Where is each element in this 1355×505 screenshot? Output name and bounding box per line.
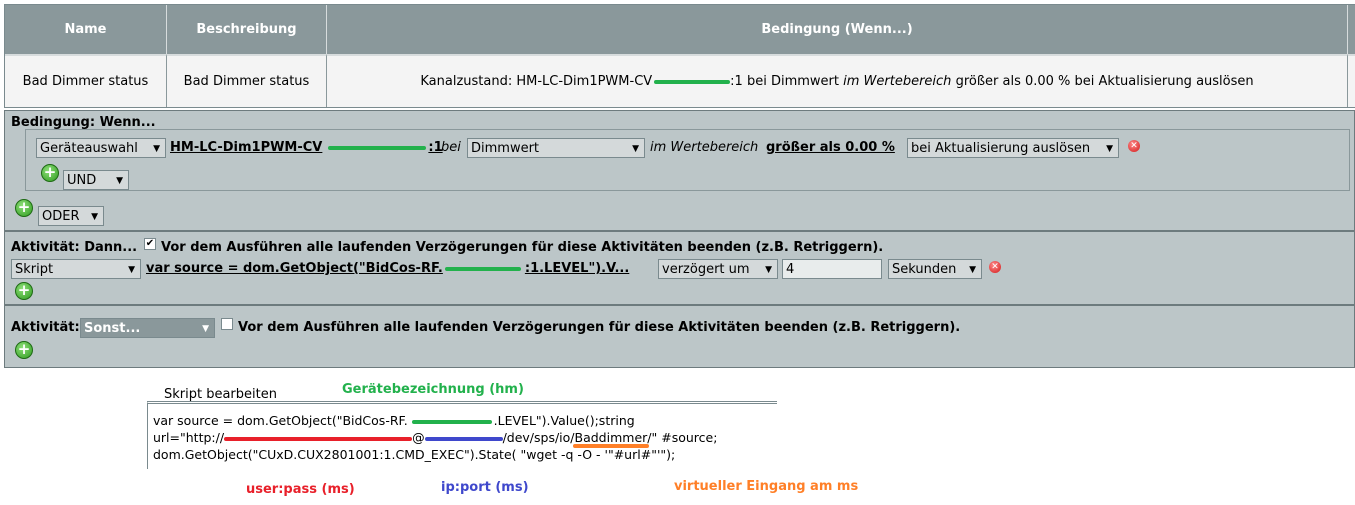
else-activity-panel: Aktivität: Sonst... ▼ Vor dem Ausführen a…	[4, 305, 1355, 368]
script-line-2: url="http://@/dev/sps/io/Baddimmer/" #so…	[153, 430, 717, 448]
header-condition[interactable]: Bedingung (Wenn...)	[327, 5, 1348, 54]
parameter-select[interactable]: Dimmwert ▼	[467, 138, 645, 158]
condition-panel: Bedingung: Wenn... Geräteauswahl ▼ HM-LC-…	[4, 110, 1355, 231]
script-line-1: var source = dom.GetObject("BidCos-RF. .L…	[153, 413, 635, 428]
table-row[interactable]: Bad Dimmer status Bad Dimmer status Kana…	[5, 54, 1355, 107]
header-extra	[1348, 5, 1355, 54]
else-activity-title: Aktivität:	[11, 320, 80, 335]
ipport-annotation: ip:port (ms)	[441, 480, 529, 495]
add-else-activity-icon[interactable]: +	[15, 341, 33, 359]
activity-title: Aktivität: Dann...	[11, 240, 138, 255]
device-select[interactable]: Geräteauswahl ▼	[36, 138, 166, 158]
condition-group: Geräteauswahl ▼ HM-LC-Dim1PWM-CV:1 bei Di…	[25, 129, 1350, 191]
program-table: Name Beschreibung Bedingung (Wenn...) Ba…	[4, 4, 1355, 108]
range-text: im Wertebereich	[650, 140, 759, 155]
add-condition-icon[interactable]: +	[41, 164, 59, 182]
condition-suffix: größer als 0.00 % bei Aktualisierung aus…	[955, 74, 1254, 89]
cell-name: Bad Dimmer status	[5, 54, 167, 107]
condition-prefix: Kanalzustand: HM-LC-Dim1PWM-CV	[420, 74, 653, 89]
chevron-down-icon: ▼	[765, 265, 772, 275]
delay-value-input[interactable]: 4	[782, 259, 882, 279]
add-activity-icon[interactable]: +	[15, 282, 33, 300]
script-line-3: dom.GetObject("CUxD.CUX2801001:1.CMD_EXE…	[153, 447, 676, 462]
add-condition-group-icon[interactable]: +	[15, 199, 33, 217]
redaction-mark	[652, 76, 731, 87]
unit-select[interactable]: Sekunden ▼	[888, 259, 982, 279]
else-retrigger-checkbox[interactable]	[221, 318, 233, 330]
script-editor[interactable]: var source = dom.GetObject("BidCos-RF. .L…	[147, 401, 777, 469]
delay-select[interactable]: verzögert um ▼	[658, 259, 778, 279]
device-link[interactable]: HM-LC-Dim1PWM-CV:1	[170, 140, 443, 155]
cell-description: Bad Dimmer status	[167, 54, 327, 107]
chevron-down-icon: ▼	[153, 144, 160, 154]
delete-icon[interactable]: ✕	[1128, 140, 1140, 152]
chevron-down-icon: ▼	[1106, 144, 1113, 154]
userpass-annotation: user:pass (ms)	[246, 482, 355, 497]
device-label-annotation: Gerätebezeichnung (hm)	[342, 382, 524, 397]
chevron-down-icon: ▼	[969, 265, 976, 275]
program-editor: Bedingung: Wenn... Geräteauswahl ▼ HM-LC-…	[4, 110, 1355, 368]
activity-panel: Aktivität: Dann... ✔ Vor dem Ausführen a…	[4, 231, 1355, 305]
header-description[interactable]: Beschreibung	[167, 5, 327, 54]
else-retrigger-label: Vor dem Ausführen alle laufenden Verzöge…	[238, 320, 961, 335]
and-select[interactable]: UND ▼	[63, 170, 129, 190]
table-header-row: Name Beschreibung Bedingung (Wenn...)	[5, 5, 1355, 54]
chevron-down-icon: ▼	[128, 265, 135, 275]
cell-condition: Kanalzustand: HM-LC-Dim1PWM-CV :1 bei Di…	[327, 54, 1348, 107]
bei-text: bei	[441, 140, 461, 155]
trigger-select[interactable]: bei Aktualisierung auslösen ▼	[907, 138, 1119, 158]
delete-icon[interactable]: ✕	[989, 261, 1001, 273]
chevron-down-icon: ▼	[116, 176, 123, 186]
value-link[interactable]: größer als 0.00 %	[766, 140, 895, 155]
chevron-down-icon: ▼	[632, 144, 639, 154]
condition-title: Bedingung: Wenn...	[11, 115, 156, 130]
retrigger-checkbox[interactable]: ✔	[144, 238, 156, 250]
script-link[interactable]: var source = dom.GetObject("BidCos-RF.:1…	[146, 261, 629, 276]
virtual-input-annotation: virtueller Eingang am ms	[674, 479, 859, 494]
header-name[interactable]: Name	[5, 5, 167, 54]
activity-type-select[interactable]: Skript ▼	[11, 259, 141, 279]
else-select[interactable]: Sonst... ▼	[80, 318, 215, 338]
retrigger-label: Vor dem Ausführen alle laufenden Verzöge…	[161, 240, 884, 255]
cell-extra	[1348, 54, 1355, 107]
condition-range: im Wertebereich	[843, 74, 952, 89]
or-select[interactable]: ODER ▼	[38, 206, 104, 226]
condition-mid: :1 bei Dimmwert	[730, 74, 839, 89]
script-editor-title: Skript bearbeiten	[164, 387, 277, 402]
chevron-down-icon: ▼	[202, 324, 209, 334]
chevron-down-icon: ▼	[91, 212, 98, 222]
